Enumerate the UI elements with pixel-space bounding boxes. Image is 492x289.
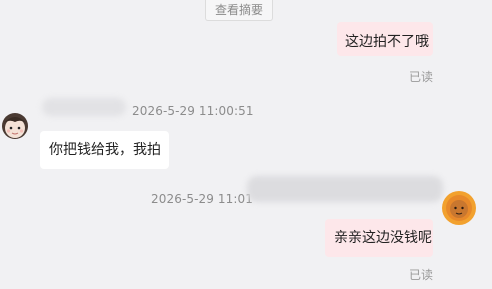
message-text: 你把钱给我，我拍: [49, 142, 161, 158]
incoming-message-bubble: 你把钱给我，我拍: [40, 131, 169, 169]
orange-character-avatar-icon: [442, 191, 476, 225]
view-summary-button[interactable]: 查看摘要: [205, 0, 273, 21]
message-text: 亲亲这边没钱呢: [334, 230, 432, 246]
message-timestamp: 2026-5-29 11:01: [151, 192, 253, 206]
self-avatar[interactable]: [439, 187, 479, 227]
redacted-contact-name: [42, 98, 126, 116]
girl-avatar-icon: [2, 113, 28, 139]
read-status: 已读: [409, 70, 434, 84]
redacted-sender-name: [247, 176, 443, 202]
contact-avatar[interactable]: [0, 107, 30, 141]
message-timestamp: 2026-5-29 11:00:51: [132, 104, 254, 118]
read-status: 已读: [409, 268, 434, 282]
outgoing-message-bubble: 这边拍不了哦: [337, 22, 433, 56]
message-text: 这边拍不了哦: [345, 34, 429, 50]
outgoing-message-bubble: 亲亲这边没钱呢: [325, 219, 433, 257]
